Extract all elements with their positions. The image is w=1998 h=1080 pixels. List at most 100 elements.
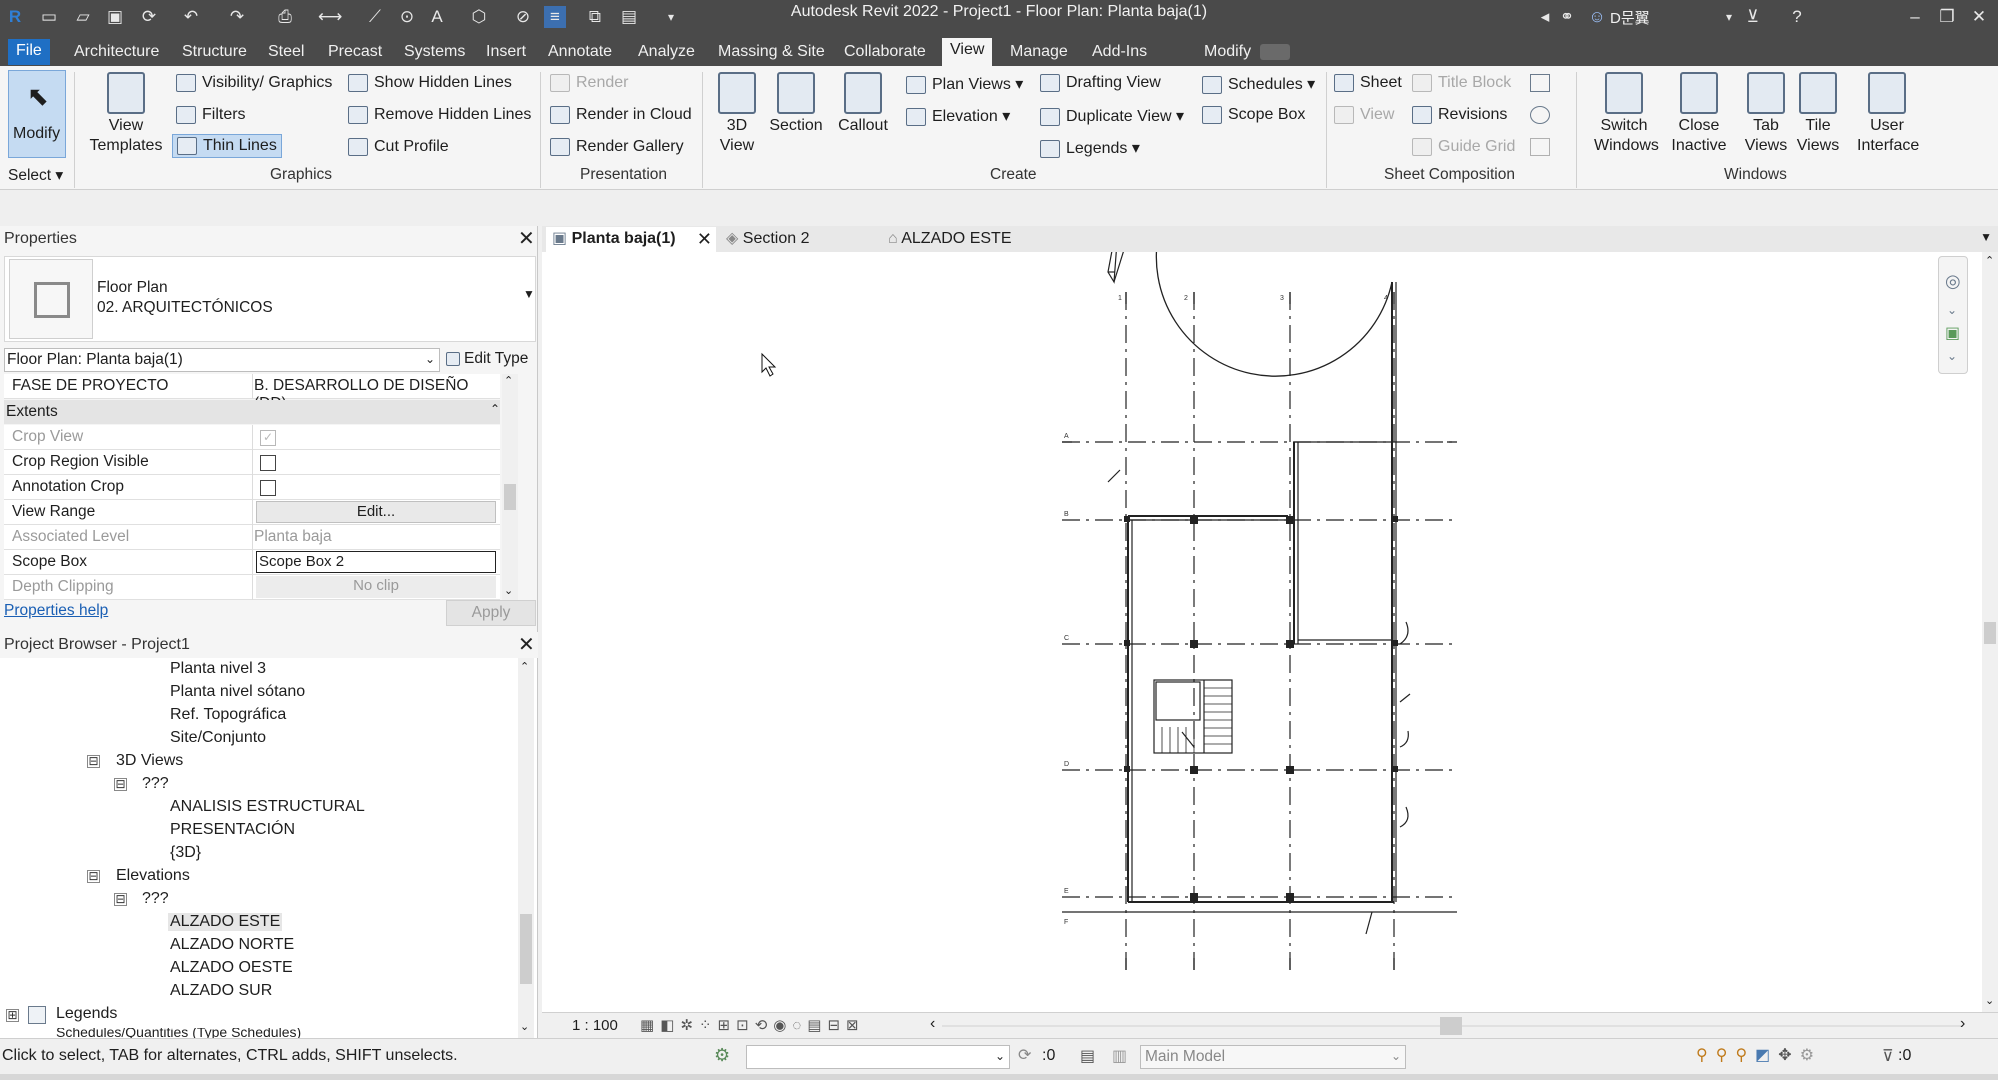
- drawing-area[interactable]: 1 2 3 4 A B C D E F ◎ ⌄ ▣ ⌄ ⌃ ⌄: [542, 223, 1998, 1012]
- aligned-dimension-icon[interactable]: ⟋: [364, 6, 386, 28]
- matchline-icon[interactable]: [1530, 74, 1550, 92]
- remove-hidden-lines-button[interactable]: Remove Hidden Lines: [348, 106, 531, 124]
- zoom-icon[interactable]: ▣: [1945, 323, 1960, 343]
- crop-view-checkbox[interactable]: ✓: [260, 430, 276, 446]
- cart-icon[interactable]: ⊻: [1742, 6, 1764, 28]
- tree-item[interactable]: Planta nivel 3: [170, 660, 266, 678]
- apply-button[interactable]: Apply: [446, 600, 536, 626]
- expand-icon[interactable]: ⊞: [6, 1009, 19, 1022]
- guide-grid-button[interactable]: Guide Grid: [1412, 138, 1515, 156]
- tab-analyze[interactable]: Analyze: [630, 40, 703, 66]
- annotation-crop-checkbox[interactable]: [260, 480, 276, 496]
- tab-planta-baja[interactable]: ▣ Planta baja(1) ✕: [546, 227, 716, 252]
- temp-hide-icon[interactable]: ◉: [773, 1017, 792, 1034]
- scroll-right-icon[interactable]: ›: [1960, 1015, 1965, 1033]
- design-options-icon[interactable]: ▤: [1080, 1046, 1095, 1066]
- tab-add-ins[interactable]: Add-Ins: [1084, 40, 1155, 66]
- thin-lines-button[interactable]: Thin Lines: [172, 134, 282, 159]
- switch-windows-icon[interactable]: ▤: [618, 6, 640, 28]
- properties-help-link[interactable]: Properties help: [4, 602, 108, 620]
- render-dialog-icon[interactable]: ⊞: [718, 1017, 737, 1034]
- shadows-icon[interactable]: ⁘: [699, 1017, 718, 1034]
- render-gallery-button[interactable]: Render Gallery: [550, 138, 684, 156]
- tree-item[interactable]: ???: [142, 890, 169, 908]
- scroll-left-icon[interactable]: ‹: [930, 1015, 935, 1033]
- collapse-arrow-icon[interactable]: ◂: [1534, 6, 1556, 28]
- minimize-icon[interactable]: –: [1904, 6, 1926, 28]
- view-range-edit-button[interactable]: Edit...: [256, 501, 496, 523]
- filter-icon[interactable]: ⊽: [1882, 1046, 1894, 1066]
- user-interface-button[interactable]: User Interface: [1850, 72, 1924, 156]
- sun-path-icon[interactable]: ✲: [680, 1017, 699, 1034]
- tab-steel[interactable]: Steel: [260, 40, 312, 66]
- tree-item-elevations[interactable]: Elevations: [116, 867, 190, 885]
- project-browser-close-icon[interactable]: ✕: [518, 632, 535, 657]
- tab-collaborate[interactable]: Collaborate: [836, 40, 934, 66]
- tree-item[interactable]: Site/Conjunto: [170, 729, 266, 747]
- view-button[interactable]: View: [1334, 106, 1394, 124]
- scroll-up-icon[interactable]: ⌃: [520, 660, 529, 673]
- tab-architecture[interactable]: Architecture: [66, 40, 167, 66]
- scope-box-field[interactable]: Scope Box 2: [256, 551, 496, 573]
- tree-item[interactable]: Planta nivel sótano: [170, 683, 305, 701]
- scroll-up-icon[interactable]: ⌃: [1985, 254, 1994, 267]
- property-group-extents[interactable]: Extents ⌃: [4, 400, 500, 424]
- analytical-model-icon[interactable]: ⊟: [827, 1017, 846, 1034]
- nav-dropdown-icon[interactable]: ⌄: [1947, 303, 1957, 317]
- open-icon[interactable]: ▱: [72, 6, 94, 28]
- drafting-view-button[interactable]: Drafting View: [1040, 74, 1161, 92]
- view-reference-icon[interactable]: [1530, 106, 1550, 124]
- callout-button[interactable]: Callout: [832, 72, 894, 136]
- scope-box-button[interactable]: Scope Box: [1202, 106, 1305, 124]
- revisions-button[interactable]: Revisions: [1412, 106, 1507, 124]
- render-in-cloud-button[interactable]: Render in Cloud: [550, 106, 692, 124]
- instance-filter-dropdown[interactable]: Floor Plan: Planta baja(1) ⌄: [4, 348, 440, 372]
- tag-icon[interactable]: ⊙: [396, 6, 418, 28]
- scroll-down-icon[interactable]: ⌄: [1985, 994, 1994, 1007]
- modify-button[interactable]: ⬉ Modify: [8, 70, 66, 158]
- tab-annotate[interactable]: Annotate: [540, 40, 620, 66]
- tree-item-selected[interactable]: ALZADO ESTE: [168, 913, 283, 931]
- section-button[interactable]: Section: [768, 72, 824, 136]
- print-icon[interactable]: ⎙: [274, 6, 296, 28]
- worksharing-icon[interactable]: ▤: [807, 1017, 827, 1034]
- tree-item-3d-views[interactable]: 3D Views: [116, 752, 183, 770]
- tab-massing-site[interactable]: Massing & Site: [710, 40, 833, 66]
- scroll-up-icon[interactable]: ⌃: [504, 374, 513, 387]
- text-icon[interactable]: A: [426, 6, 448, 28]
- tab-alzado-este[interactable]: ⌂ ALZADO ESTE: [882, 227, 1052, 252]
- tab-file[interactable]: File: [8, 39, 50, 65]
- properties-scrollbar[interactable]: ⌃ ⌄: [502, 374, 518, 600]
- user-icon[interactable]: ☺: [1586, 6, 1608, 28]
- show-crop-icon[interactable]: ⟲: [755, 1017, 774, 1034]
- tab-overflow-icon[interactable]: ▼: [1980, 230, 1992, 244]
- tile-views-button[interactable]: Tile Views: [1790, 72, 1846, 156]
- tree-item[interactable]: Ref. Topográfica: [170, 706, 286, 724]
- depth-clipping-button[interactable]: No clip: [256, 576, 496, 598]
- thin-lines-icon[interactable]: ≡: [544, 6, 566, 28]
- scroll-down-icon[interactable]: ⌄: [520, 1020, 529, 1033]
- steering-wheel-icon[interactable]: ◎: [1945, 271, 1961, 292]
- close-hidden-icon[interactable]: ⧉: [584, 6, 606, 28]
- duplicate-view-button[interactable]: Duplicate View ▾: [1040, 106, 1184, 126]
- select-pinned-icon[interactable]: ⚲: [1735, 1047, 1755, 1064]
- scroll-thumb[interactable]: [1984, 622, 1996, 644]
- undo-icon[interactable]: ↶: [180, 6, 202, 28]
- editing-requests-icon[interactable]: ⟳: [1018, 1045, 1031, 1065]
- type-selector[interactable]: Floor Plan 02. ARQUITECTÓNICOS ▼: [4, 256, 536, 342]
- constraints-icon[interactable]: ⊠: [846, 1017, 865, 1034]
- visual-style-icon[interactable]: ◧: [660, 1017, 680, 1034]
- ribbon-minimize-toggle[interactable]: [1260, 44, 1290, 60]
- tree-item[interactable]: {3D}: [170, 844, 201, 862]
- browser-scrollbar[interactable]: ⌃ ⌄: [518, 658, 534, 1038]
- view-scale[interactable]: 1 : 100: [572, 1017, 618, 1034]
- restore-icon[interactable]: ❐: [1936, 6, 1958, 28]
- tab-section-2[interactable]: ◈ Section 2: [720, 227, 870, 252]
- tree-item[interactable]: ALZADO SUR: [170, 982, 272, 1000]
- title-block-button[interactable]: Title Block: [1412, 74, 1511, 92]
- reveal-hidden-icon[interactable]: ◌: [792, 1017, 807, 1034]
- home-icon[interactable]: ▭: [38, 6, 60, 28]
- tree-item[interactable]: ALZADO NORTE: [170, 936, 294, 954]
- background-process-icon[interactable]: ⚙: [1800, 1047, 1822, 1064]
- close-tab-icon[interactable]: ✕: [697, 227, 712, 251]
